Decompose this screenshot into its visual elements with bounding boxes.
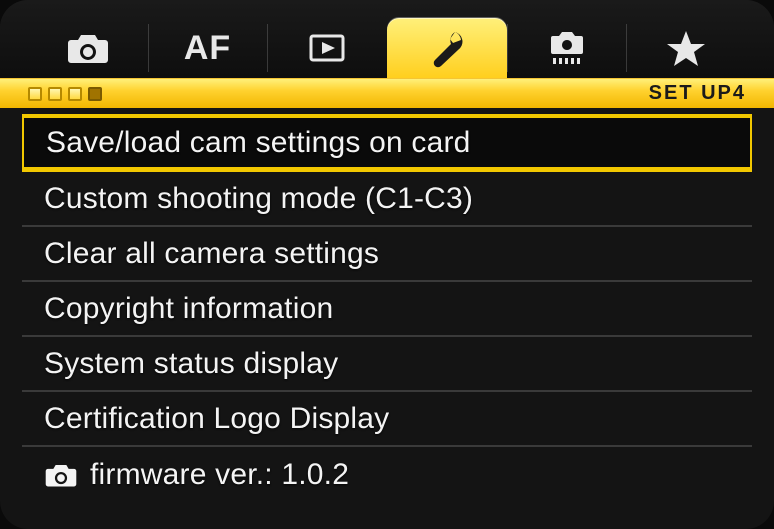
subpage-bar: SET UP4: [0, 78, 774, 108]
menu-item-system-status-display[interactable]: System status display: [22, 337, 752, 392]
settings-menu: Save/load cam settings on card Custom sh…: [0, 114, 774, 502]
star-icon: [664, 28, 708, 68]
menu-item-label: Clear all camera settings: [44, 237, 379, 271]
custom-fn-icon: [545, 28, 589, 68]
menu-item-certification-logo-display[interactable]: Certification Logo Display: [22, 392, 752, 447]
menu-item-label: Custom shooting mode (C1-C3): [44, 182, 473, 216]
menu-item-label: Save/load cam settings on card: [46, 126, 471, 160]
menu-item-label: firmware ver.: 1.0.2: [90, 458, 349, 492]
tab-setup[interactable]: [387, 18, 507, 78]
tab-shooting[interactable]: [28, 18, 148, 78]
page-dot: [48, 87, 62, 101]
camera-icon: [44, 462, 78, 488]
af-icon: AF: [184, 29, 231, 68]
menu-item-clear-all-settings[interactable]: Clear all camera settings: [22, 227, 752, 282]
camera-icon: [66, 31, 110, 65]
menu-item-copyright-information[interactable]: Copyright information: [22, 282, 752, 337]
page-dot: [68, 87, 82, 101]
main-tab-bar: AF: [0, 0, 774, 78]
playback-icon: [305, 31, 349, 65]
menu-item-label: System status display: [44, 347, 338, 381]
subpage-indicator: [28, 87, 102, 101]
menu-item-custom-shooting-mode[interactable]: Custom shooting mode (C1-C3): [22, 172, 752, 227]
tab-custom-functions[interactable]: [507, 18, 627, 78]
wrench-icon: [425, 28, 469, 68]
menu-item-label: Copyright information: [44, 292, 333, 326]
page-dot: [88, 87, 102, 101]
page-dot: [28, 87, 42, 101]
menu-item-label: Certification Logo Display: [44, 402, 389, 436]
subpage-label: SET UP4: [649, 82, 746, 105]
menu-item-firmware-version[interactable]: firmware ver.: 1.0.2: [22, 447, 752, 502]
tab-playback[interactable]: [267, 18, 387, 78]
tab-mymenu[interactable]: [626, 18, 746, 78]
menu-item-save-load-settings[interactable]: Save/load cam settings on card: [22, 114, 752, 172]
tab-autofocus[interactable]: AF: [148, 18, 268, 78]
